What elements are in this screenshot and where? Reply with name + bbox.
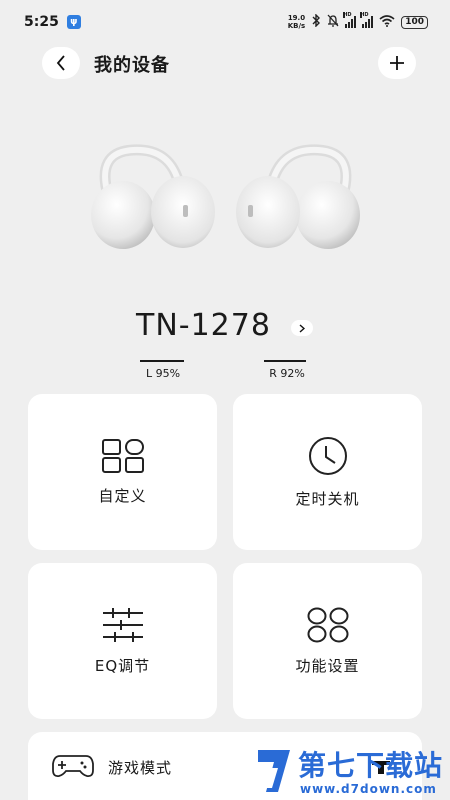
- left-battery: L 95%: [140, 360, 186, 380]
- card-custom-label: 自定义: [98, 486, 147, 505]
- signal-1-hd: HD: [343, 12, 352, 18]
- right-battery-bar: [264, 360, 307, 362]
- device-detail-button[interactable]: [291, 320, 313, 336]
- watermark-url: www.d7down.com: [300, 782, 437, 796]
- card-function-settings[interactable]: 功能设置: [233, 563, 422, 719]
- right-battery: R 92%: [264, 360, 310, 380]
- net-speed-unit: KB/s: [287, 22, 306, 30]
- add-device-button[interactable]: [378, 47, 416, 79]
- wifi-icon: [379, 14, 395, 30]
- signal-1-icon: HD: [343, 12, 357, 28]
- status-time: 5:25: [24, 14, 59, 30]
- signal-2-hd: HD: [360, 12, 369, 18]
- watermark-title: 第七下载站: [298, 749, 444, 782]
- left-battery-label: L 95%: [145, 367, 181, 380]
- card-function-settings-label: 功能设置: [295, 656, 360, 675]
- four-circles-icon: [307, 607, 348, 642]
- card-custom[interactable]: 自定义: [28, 394, 217, 550]
- device-row: TN-1278: [0, 308, 450, 348]
- sliders-icon: [102, 607, 143, 642]
- watermark: 第七下载站 www.d7down.com: [256, 744, 450, 800]
- battery-row: L 95% R 92%: [0, 360, 450, 386]
- page-title: 我的设备: [94, 55, 170, 76]
- status-left: 5:25 ψ: [24, 14, 81, 30]
- net-speed-value: 19.0: [287, 14, 306, 22]
- chevron-right-icon: [299, 323, 305, 333]
- card-timer-off-label: 定时关机: [295, 489, 360, 508]
- status-bar: 5:25 ψ 19.0 KB/s HD HD 100: [0, 0, 450, 44]
- game-mode-label: 游戏模式: [108, 759, 173, 777]
- watermark-logo-icon: [258, 750, 290, 792]
- back-button[interactable]: [42, 47, 80, 79]
- battery-indicator: 100: [401, 15, 428, 29]
- chevron-left-icon: [56, 55, 65, 71]
- card-eq-label: EQ调节: [94, 656, 151, 675]
- signal-2-icon: HD: [360, 12, 374, 28]
- header: 我的设备: [0, 44, 450, 84]
- gamepad-icon: [52, 755, 94, 778]
- mute-bell-icon: [327, 14, 339, 30]
- bluetooth-icon: [311, 13, 321, 30]
- card-timer-off[interactable]: 定时关机: [233, 394, 422, 550]
- earbuds-image: [91, 144, 360, 249]
- grid-icon: [101, 438, 144, 473]
- clock-icon: [308, 436, 347, 475]
- plus-icon: [390, 56, 404, 70]
- card-eq[interactable]: EQ调节: [28, 563, 217, 719]
- device-name[interactable]: TN-1278: [136, 308, 271, 343]
- left-battery-bar: [140, 360, 184, 362]
- status-right: 19.0 KB/s HD HD 100: [288, 12, 428, 30]
- right-battery-label: R 92%: [269, 367, 305, 380]
- usb-icon: ψ: [66, 15, 81, 29]
- net-speed: 19.0 KB/s: [288, 14, 305, 30]
